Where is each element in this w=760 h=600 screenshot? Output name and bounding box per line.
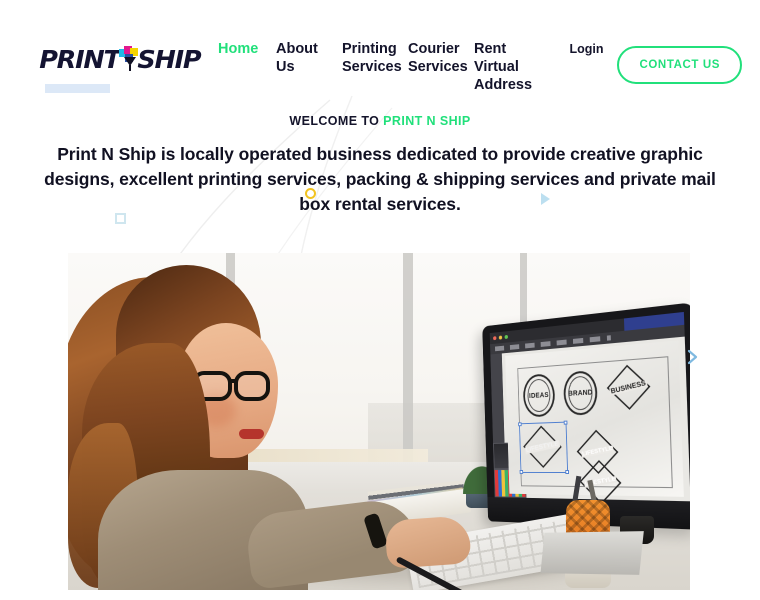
site-header: PRINT SHIP Home About Us Printing Servic… xyxy=(0,0,760,96)
window-close-icon xyxy=(493,336,497,341)
welcome-eyebrow: WELCOME TO PRINT N SHIP xyxy=(24,114,736,128)
nav-item-home[interactable]: Home xyxy=(218,40,276,58)
nav-item-printing-services[interactable]: Printing Services xyxy=(342,40,408,76)
window-minimize-icon xyxy=(498,335,503,340)
carousel-next-arrow-icon[interactable] xyxy=(686,348,700,366)
hero-image: IDEAS BRAND BUSINESS LIFESTYLE LIFESTYLE… xyxy=(68,253,690,590)
nav-item-about-us[interactable]: About Us xyxy=(276,40,342,76)
computer-monitor: IDEAS BRAND BUSINESS LIFESTYLE LIFESTYLE… xyxy=(482,302,690,530)
site-logo[interactable]: PRINT SHIP xyxy=(39,44,201,74)
logo-text-ship: SHIP xyxy=(137,44,201,74)
header-actions: Login CONTACT US xyxy=(569,38,742,84)
nav-item-rent-virtual-address[interactable]: Rent Virtual Address xyxy=(474,40,560,94)
login-link[interactable]: Login xyxy=(569,42,603,56)
nav-item-courier-services[interactable]: Courier Services xyxy=(408,40,474,76)
logo-badge-business: BUSINESS xyxy=(606,364,651,410)
hero-headline: Print N Ship is locally operated busines… xyxy=(44,144,716,214)
contact-us-button[interactable]: CONTACT US xyxy=(617,46,742,84)
app-tool-palette xyxy=(490,353,505,443)
welcome-brand-name: PRINT N SHIP xyxy=(383,114,471,128)
landing-page: PRINT SHIP Home About Us Printing Servic… xyxy=(0,0,760,600)
welcome-prefix: WELCOME TO xyxy=(289,114,380,128)
hero-photo-background: IDEAS BRAND BUSINESS LIFESTYLE LIFESTYLE… xyxy=(68,253,690,590)
hero-text-block: WELCOME TO PRINT N SHIP Print N Ship is … xyxy=(0,96,760,217)
page-bottom-spacer xyxy=(0,590,760,600)
window-maximize-icon xyxy=(504,334,508,340)
eyeglasses-right-lens xyxy=(234,371,270,401)
logo-badge-lifestyle-blue: LIFESTYLE xyxy=(579,460,623,502)
monitor-screen: IDEAS BRAND BUSINESS LIFESTYLE LIFESTYLE… xyxy=(489,311,690,502)
logo-badge-lifestyle-black: LIFESTYLE xyxy=(523,425,563,469)
design-canvas: IDEAS BRAND BUSINESS LIFESTYLE LIFESTYLE… xyxy=(505,340,684,502)
main-navigation: Home About Us Printing Services Courier … xyxy=(218,38,569,94)
logo-text-print: PRINT xyxy=(39,44,121,74)
lips xyxy=(239,429,264,439)
monitor-stand xyxy=(540,531,644,575)
window-frame-bar xyxy=(520,253,527,323)
